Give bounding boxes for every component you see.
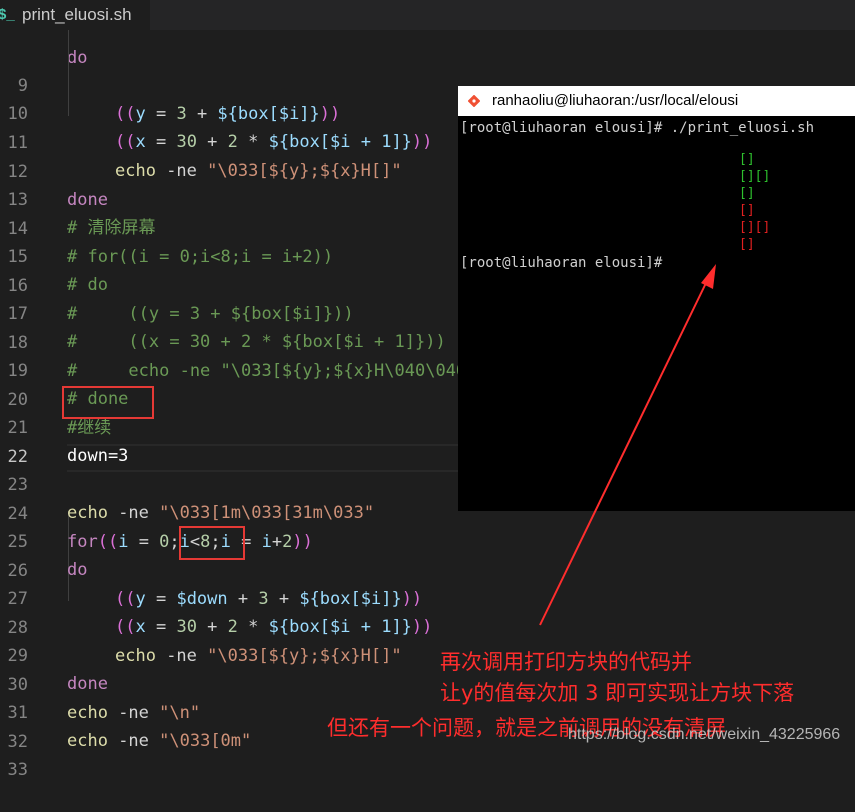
- annotation-arrow: [539, 264, 716, 626]
- watermark: https://blog.csdn.net/weixin_43225966: [568, 726, 841, 743]
- annotation-text-2: 让y的值每次加 3 即可实现让方块下落: [440, 681, 795, 705]
- annotation-text-1: 再次调用打印方块的代码并: [440, 650, 692, 674]
